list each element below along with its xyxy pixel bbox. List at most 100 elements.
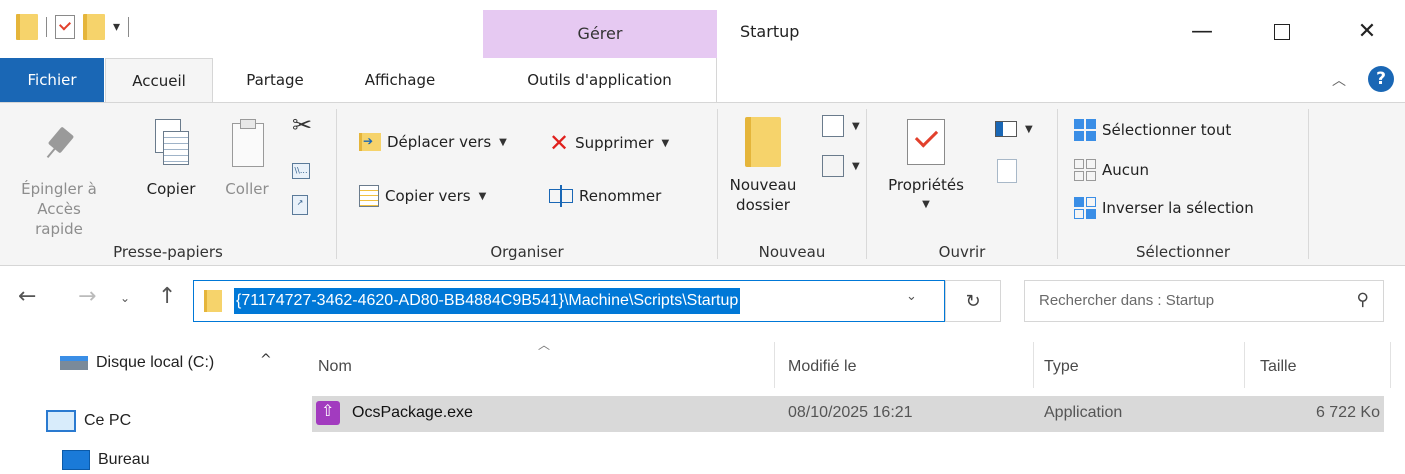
window-title: Startup	[740, 22, 800, 41]
group-new: Nouveau dossier ▼ ▼ Nouveau	[718, 103, 866, 265]
tab-share[interactable]: Partage	[225, 58, 325, 102]
maximize-button[interactable]	[1262, 12, 1302, 52]
quick-access-toolbar: ▾	[16, 14, 130, 40]
column-divider[interactable]	[1390, 342, 1391, 388]
copy-icon	[153, 117, 189, 169]
search-box[interactable]: Rechercher dans : Startup ⚲	[1024, 280, 1384, 322]
select-none-icon	[1074, 159, 1096, 181]
column-header-type[interactable]: Type	[1044, 358, 1079, 376]
nav-item-this-pc[interactable]: Ce PC	[46, 410, 131, 432]
close-button[interactable]: ✕	[1347, 12, 1387, 52]
tab-home[interactable]: Accueil	[105, 58, 213, 103]
select-none-label: Aucun	[1102, 161, 1150, 179]
select-all-button[interactable]: Sélectionner tout	[1074, 119, 1231, 141]
nav-item-local-disk[interactable]: Disque local (C:)	[60, 354, 214, 372]
edit-icon	[997, 159, 1017, 183]
minimize-button[interactable]: —	[1182, 12, 1222, 52]
group-clipboard: Épingler à Accès rapide Copier Coller ✂ …	[0, 103, 336, 265]
help-icon[interactable]: ?	[1368, 66, 1394, 92]
select-all-label: Sélectionner tout	[1102, 121, 1232, 139]
easy-access-icon	[822, 155, 844, 177]
rename-button[interactable]: Renommer	[549, 185, 661, 207]
select-none-button[interactable]: Aucun	[1074, 159, 1149, 181]
new-item-button[interactable]: ▼	[822, 115, 860, 137]
forward-arrow-icon[interactable]: →	[78, 284, 96, 309]
group-select: Sélectionner tout Aucun Inverser la séle…	[1058, 103, 1308, 265]
copy-path-icon: \\...	[292, 163, 310, 179]
file-size: 6 722 Ko	[1315, 404, 1380, 421]
search-icon[interactable]: ⚲	[1357, 290, 1369, 310]
copy-to-button[interactable]: Copier vers ▼	[359, 185, 486, 207]
chevron-down-icon: ▼	[1025, 123, 1033, 135]
chevron-down-icon: ▼	[852, 120, 860, 132]
scroll-up-icon[interactable]: ^	[260, 352, 272, 368]
move-to-button[interactable]: Déplacer vers ▼	[359, 133, 507, 151]
cut-button[interactable]: ✂	[292, 111, 312, 139]
search-input[interactable]: Rechercher dans : Startup	[1039, 292, 1214, 309]
copy-button[interactable]: Copier	[138, 117, 204, 199]
address-bar[interactable]: {71174727-3462-4620-AD80-BB4884C9B541}\M…	[193, 280, 945, 322]
tab-view[interactable]: Affichage	[325, 58, 475, 102]
up-arrow-icon[interactable]: ↑	[158, 284, 176, 309]
invert-selection-icon	[1074, 197, 1096, 219]
refresh-button[interactable]: ↻	[945, 280, 1001, 322]
properties-label: Propriétés	[888, 176, 964, 194]
manage-context-tab[interactable]: Gérer	[483, 10, 717, 58]
delete-button[interactable]: ✕ Supprimer ▼	[549, 129, 670, 157]
collapse-ribbon-icon[interactable]: ︿	[1332, 70, 1346, 90]
back-arrow-icon[interactable]: ←	[18, 284, 36, 309]
column-divider[interactable]	[774, 342, 775, 388]
paste-button[interactable]: Coller	[214, 117, 280, 199]
file-row[interactable]: OcsPackage.exe 08/10/2025 16:21 Applicat…	[312, 396, 1384, 432]
nav-item-label: Ce PC	[84, 412, 132, 429]
column-header-name[interactable]: Nom	[318, 358, 352, 376]
group-label-organize: Organiser	[490, 243, 564, 261]
invert-selection-button[interactable]: Inverser la sélection	[1074, 197, 1254, 219]
application-icon	[316, 401, 340, 425]
new-folder-icon[interactable]	[83, 14, 105, 40]
tab-file[interactable]: Fichier	[0, 58, 104, 102]
address-path-input[interactable]: {71174727-3462-4620-AD80-BB4884C9B541}\M…	[234, 288, 741, 314]
new-folder-label-line1: Nouveau	[729, 176, 797, 194]
copy-to-icon	[359, 185, 379, 207]
customize-toolbar-dropdown[interactable]: ▾	[113, 19, 120, 35]
paste-shortcut-icon: ↗	[292, 195, 308, 215]
ribbon: Épingler à Accès rapide Copier Coller ✂ …	[0, 102, 1405, 266]
move-to-label: Déplacer vers	[387, 133, 492, 151]
copy-to-label: Copier vers	[385, 187, 471, 205]
recent-locations-chevron-icon[interactable]: ⌄	[120, 291, 130, 305]
easy-access-button[interactable]: ▼	[822, 155, 860, 177]
file-modified: 08/10/2025 16:21	[788, 404, 913, 421]
copy-path-button[interactable]: \\...	[292, 163, 310, 179]
chevron-down-icon: ▼	[661, 137, 670, 149]
tab-application-tools[interactable]: Outils d'application	[483, 58, 717, 102]
column-header-size[interactable]: Taille	[1260, 358, 1296, 376]
paste-shortcut-button[interactable]: ↗	[292, 195, 308, 215]
address-history-chevron-icon[interactable]: ⌄	[906, 289, 917, 304]
chevron-down-icon: ▼	[499, 136, 507, 148]
toolbar-separator	[128, 17, 130, 37]
properties-icon[interactable]	[55, 15, 75, 39]
column-divider[interactable]	[1033, 342, 1034, 388]
folder-icon[interactable]	[16, 14, 38, 40]
edit-button[interactable]	[997, 159, 1017, 183]
file-type: Application	[1044, 404, 1123, 421]
pin-quick-access-button[interactable]: Épingler à Accès rapide	[12, 127, 106, 239]
title-bar: ▾ Gérer Startup — ✕	[0, 0, 1405, 58]
new-item-icon	[822, 115, 844, 137]
chevron-down-icon: ▼	[852, 160, 860, 172]
nav-item-label: Bureau	[98, 451, 150, 468]
properties-button[interactable]: Propriétés ▼	[877, 119, 975, 215]
navigation-pane: Disque local (C:) ^ Ce PC Bureau	[0, 334, 290, 474]
nav-item-desktop[interactable]: Bureau	[62, 450, 150, 470]
delete-icon: ✕	[549, 129, 570, 157]
column-header-modified[interactable]: Modifié le	[788, 358, 856, 376]
chevron-down-icon: ▼	[922, 199, 930, 210]
maximize-icon	[1274, 24, 1290, 40]
sort-ascending-icon: ︿	[538, 338, 551, 352]
group-label-select: Sélectionner	[1135, 243, 1231, 261]
open-button[interactable]: ▼	[995, 121, 1033, 137]
column-divider[interactable]	[1244, 342, 1245, 388]
chevron-down-icon: ▼	[478, 190, 487, 202]
new-folder-button[interactable]: Nouveau dossier	[724, 117, 802, 215]
